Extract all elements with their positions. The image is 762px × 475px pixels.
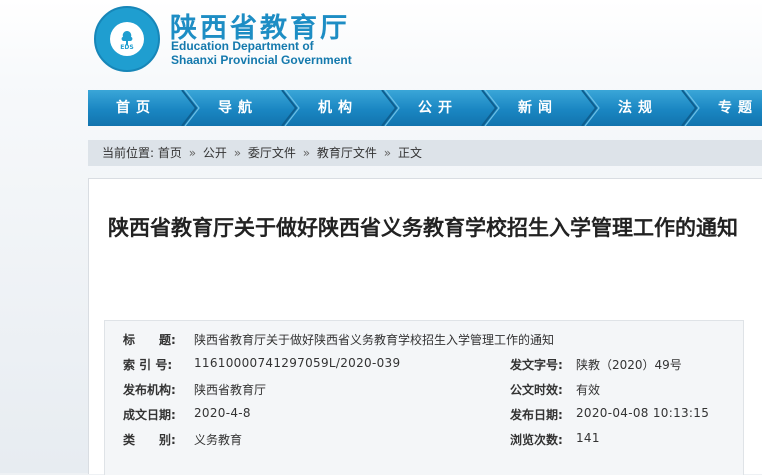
nav-item-organization[interactable]: 机构 [292, 90, 384, 126]
meta-published-date-label: 发布日期: [510, 408, 563, 422]
logo-eds-text: EDS [120, 44, 134, 51]
meta-validity-value: 有效 [576, 383, 601, 397]
site-name-english-line1: Education Department of [171, 39, 314, 53]
breadcrumb-public[interactable]: 公开 [203, 146, 227, 160]
breadcrumb-prefix: 当前位置: [102, 146, 155, 160]
meta-issuer-value: 陕西省教育厅 [194, 383, 267, 397]
meta-written-date-label: 成文日期: [123, 408, 176, 422]
article-title: 陕西省教育厅关于做好陕西省义务教育学校招生入学管理工作的通知 [108, 216, 738, 240]
breadcrumb-separator: » [383, 146, 392, 160]
meta-validity-label: 公文时效: [510, 383, 563, 397]
meta-doc-number-value: 陕教（2020）49号 [576, 358, 682, 372]
meta-views-value: 141 [576, 431, 600, 445]
meta-title-value: 陕西省教育厅关于做好陕西省义务教育学校招生入学管理工作的通知 [194, 333, 555, 347]
meta-index-label: 索 引 号: [123, 358, 173, 372]
site-header: EDS 陕西省教育厅 Education Department of Shaan… [0, 0, 762, 88]
site-name-english-line2: Shaanxi Provincial Government [171, 53, 352, 67]
breadcrumb-separator: » [233, 146, 242, 160]
nav-item-news[interactable]: 新闻 [492, 90, 584, 126]
meta-category-label: 类 别: [123, 433, 176, 447]
breadcrumb-department-docs[interactable]: 教育厅文件 [317, 146, 377, 160]
nav-item-home[interactable]: 首页 [88, 90, 184, 126]
logo-emblem: EDS [110, 22, 144, 56]
meta-category-value: 义务教育 [194, 433, 243, 447]
meta-issuer-label: 发布机构: [123, 383, 176, 397]
document-metadata-table: 标 题: 陕西省教育厅关于做好陕西省义务教育学校招生入学管理工作的通知 索 引 … [104, 320, 744, 475]
nav-item-public[interactable]: 公开 [392, 90, 484, 126]
breadcrumb-separator: » [188, 146, 197, 160]
meta-written-date-value: 2020-4-8 [194, 406, 251, 420]
meta-title-label: 标 题: [123, 333, 176, 347]
meta-published-date-value: 2020-04-08 10:13:15 [576, 406, 710, 420]
breadcrumb-current: 正文 [397, 146, 422, 160]
nav-item-guide[interactable]: 导航 [192, 90, 284, 126]
breadcrumb: 当前位置: 首页 » 公开 » 委厅文件 » 教育厅文件 » 正文 [88, 140, 762, 166]
meta-index-value: 11610000741297059L/2020-039 [194, 356, 401, 370]
meta-doc-number-label: 发文字号: [510, 358, 563, 372]
article-card: 陕西省教育厅关于做好陕西省义务教育学校招生入学管理工作的通知 标 题: 陕西省教… [88, 178, 762, 475]
breadcrumb-home[interactable]: 首页 [158, 146, 182, 160]
breadcrumb-separator: » [302, 146, 311, 160]
main-nav: 首页 导航 机构 公开 新闻 法规 专题 [88, 90, 762, 126]
nav-item-topics[interactable]: 专题 [692, 90, 762, 126]
meta-views-label: 浏览次数: [510, 433, 563, 447]
site-logo[interactable]: EDS [94, 6, 160, 72]
breadcrumb-committee-docs[interactable]: 委厅文件 [248, 146, 296, 160]
nav-item-regulations[interactable]: 法规 [592, 90, 684, 126]
